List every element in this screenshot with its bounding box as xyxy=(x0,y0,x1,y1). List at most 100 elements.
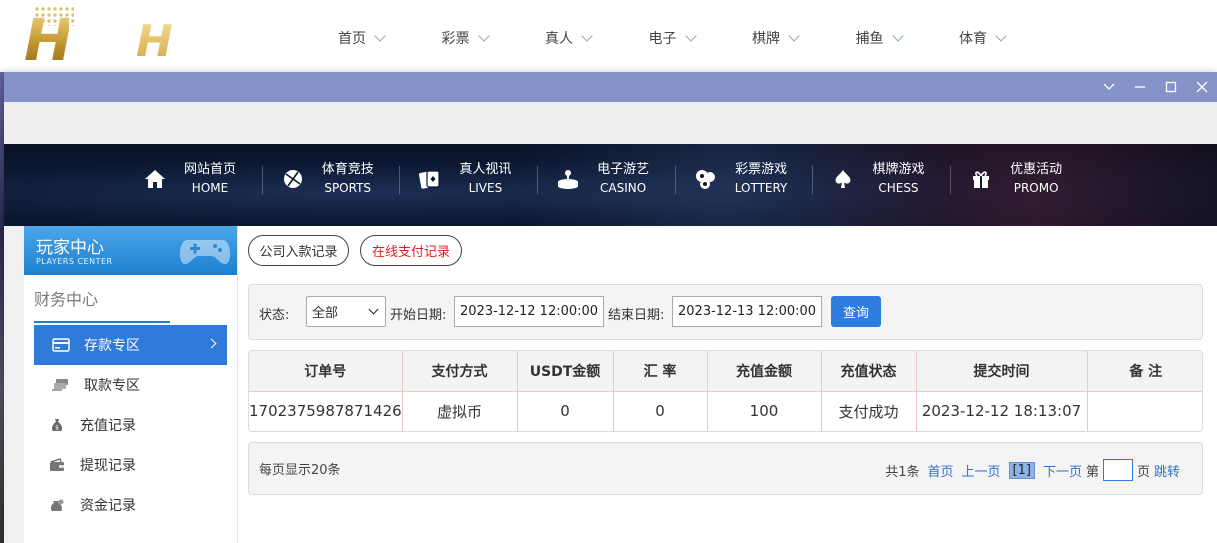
top-nav-label: 捕鱼 xyxy=(855,31,884,47)
lottery-balls-icon xyxy=(691,164,721,194)
cell-submit-time: 2023-12-12 18:13:07 xyxy=(916,391,1088,431)
status-select[interactable]: 全部 xyxy=(306,296,386,327)
top-nav-chess[interactable]: 棋牌 xyxy=(752,28,856,48)
banner-nav-home[interactable]: 网站首页 HOME xyxy=(140,162,278,196)
banner-nav-live[interactable]: 真人视讯 LIVES xyxy=(399,161,553,197)
total-count: 共1条 xyxy=(885,464,920,480)
tab-company-deposit[interactable]: 公司入款记录 xyxy=(248,235,349,266)
col-submit-time: 提交时间 xyxy=(916,351,1088,392)
banner-nav-en: HOME xyxy=(191,181,229,195)
banner-nav-chess[interactable]: 棋牌游戏 CHESS xyxy=(812,162,966,196)
banner-nav-label: 电子游艺 CASINO xyxy=(597,161,649,197)
chevron-down-icon xyxy=(891,29,904,42)
banner-nav-label: 真人视讯 LIVES xyxy=(459,161,511,197)
wallet-icon xyxy=(44,458,70,472)
sidebar-item-withdraw[interactable]: 取款专区 xyxy=(34,365,227,405)
players-center-subtitle: PLAYERS CENTER xyxy=(36,257,113,266)
next-page-link[interactable]: 下一页 xyxy=(1043,461,1082,480)
goto-page-input[interactable] xyxy=(1102,459,1133,481)
banner-nav-sports[interactable]: 体育竞技 SPORTS xyxy=(261,161,416,197)
top-nav-home[interactable]: 首页 xyxy=(338,28,442,48)
per-page-text: 每页显示20条 xyxy=(259,463,341,478)
money-bag-icon: $ xyxy=(44,418,70,432)
top-nav-sports[interactable]: 体育 xyxy=(959,28,1063,48)
status-label: 状态: xyxy=(259,308,290,323)
sidebar-item-deposit[interactable]: 存款专区 xyxy=(34,325,227,365)
player-center-window: 网站首页 HOME 体育竞技 SPORTS 真人视讯 LIVES 电子游艺 CASINO xyxy=(4,72,1217,543)
window-title-bar[interactable] xyxy=(4,72,1217,102)
tab-online-payment[interactable]: 在线支付记录 xyxy=(360,235,462,266)
logo-h: H xyxy=(24,6,73,74)
sidebar-item-recharge-records[interactable]: $ 充值记录 xyxy=(34,405,227,445)
col-order-no: 订单号 xyxy=(249,351,403,392)
window-collapse-button[interactable] xyxy=(1093,72,1124,102)
col-rate: 汇 率 xyxy=(613,351,708,392)
window-close-button[interactable] xyxy=(1186,72,1217,102)
prev-page-link[interactable]: 上一页 xyxy=(962,461,1001,480)
pagination-bar: 每页显示20条 共1条 首页 上一页 [1] 下一页 第 页 跳转 xyxy=(248,442,1203,495)
chevron-down-icon xyxy=(581,29,593,42)
top-nav: 首页 彩票 真人 电子 棋牌 捕鱼 体育 xyxy=(338,28,1063,48)
cell-recharge-amount: 100 xyxy=(707,391,822,431)
sidebar-item-fund-records[interactable]: 资金记录 xyxy=(34,485,227,525)
banner-nav-label: 体育竞技 SPORTS xyxy=(322,161,374,197)
cell-order-no: 1702375987871426 xyxy=(249,391,403,431)
sidebar-item-label: 提现记录 xyxy=(80,458,136,474)
record-tabs: 公司入款记录 在线支付记录 xyxy=(238,226,1217,274)
top-nav-lottery[interactable]: 彩票 xyxy=(442,28,546,48)
gift-icon xyxy=(966,164,996,194)
chevron-down-icon xyxy=(1103,83,1114,90)
first-page-link[interactable]: 首页 xyxy=(927,461,953,480)
start-date-input[interactable]: 2023-12-12 12:00:00 xyxy=(454,296,604,327)
banner-nav-cn: 棋牌游戏 xyxy=(872,162,925,177)
maximize-icon xyxy=(1165,81,1176,93)
cell-remark xyxy=(1087,391,1202,431)
sidebar-item-withdraw-records[interactable]: 提现记录 xyxy=(34,445,227,485)
banner-nav-lottery[interactable]: 彩票游戏 LOTTERY xyxy=(674,161,829,197)
top-nav-electronic[interactable]: 电子 xyxy=(649,28,753,48)
col-usdt-amount: USDT金额 xyxy=(517,351,614,392)
banner-nav-en: CASINO xyxy=(599,181,647,195)
window-subbar xyxy=(4,102,1217,144)
top-nav-label: 棋牌 xyxy=(752,31,780,47)
chevron-down-icon xyxy=(374,29,386,42)
sidebar-item-label: 存款专区 xyxy=(84,338,140,354)
site-logo[interactable]: H H GAME xyxy=(18,4,283,118)
top-nav-live[interactable]: 真人 xyxy=(545,28,649,48)
window-minimize-button[interactable] xyxy=(1124,72,1155,102)
top-nav-label: 真人 xyxy=(545,31,573,47)
sidebar-item-label: 取款专区 xyxy=(84,378,140,394)
pagination: 共1条 首页 上一页 [1] 下一页 第 页 跳转 xyxy=(885,459,1184,481)
chevron-down-icon xyxy=(788,29,800,42)
jump-link[interactable]: 跳转 xyxy=(1154,461,1180,480)
banner-nav-cn: 体育竞技 xyxy=(321,162,374,177)
cell-recharge-status: 支付成功 xyxy=(821,391,917,431)
banner-nav-label: 彩票游戏 LOTTERY xyxy=(735,161,788,197)
banner-nav-casino[interactable]: 电子游艺 CASINO xyxy=(537,161,691,197)
window-maximize-button[interactable] xyxy=(1155,72,1186,102)
slot-icon xyxy=(553,164,583,194)
cell-rate: 0 xyxy=(613,391,708,431)
col-recharge-status: 充值状态 xyxy=(821,351,917,392)
cell-usdt-amount: 0 xyxy=(517,391,614,431)
col-payment-method: 支付方式 xyxy=(402,351,518,392)
banner-nav-cn: 电子游艺 xyxy=(597,162,650,177)
top-nav-fishing[interactable]: 捕鱼 xyxy=(856,28,960,48)
filter-bar: 状态: 全部 开始日期: 2023-12-12 12:00:00 结束日期: 2… xyxy=(248,284,1203,340)
players-center-title: 玩家中心 xyxy=(36,238,104,258)
status-select-value: 全部 xyxy=(312,306,339,321)
records-table: 订单号 支付方式 USDT金额 汇 率 充值金额 充值状态 提交时间 备 注 1… xyxy=(248,350,1203,432)
start-date-label: 开始日期: xyxy=(390,308,447,323)
banner-nav-promo[interactable]: 优惠活动 PROMO xyxy=(950,162,1104,196)
chevron-down-icon xyxy=(477,29,490,42)
cards-icon xyxy=(415,164,445,194)
chevron-down-icon xyxy=(995,29,1007,42)
banner-nav-cn: 彩票游戏 xyxy=(735,162,788,177)
banner-nav-cn: 优惠活动 xyxy=(1010,162,1063,177)
banner-nav-en: CHESS xyxy=(878,181,919,195)
col-remark: 备 注 xyxy=(1087,351,1202,392)
query-button[interactable]: 查询 xyxy=(831,296,881,327)
end-date-input[interactable]: 2023-12-13 12:00:00 xyxy=(672,296,822,327)
top-nav-label: 首页 xyxy=(338,31,366,47)
goto-prefix: 第 xyxy=(1085,464,1099,480)
